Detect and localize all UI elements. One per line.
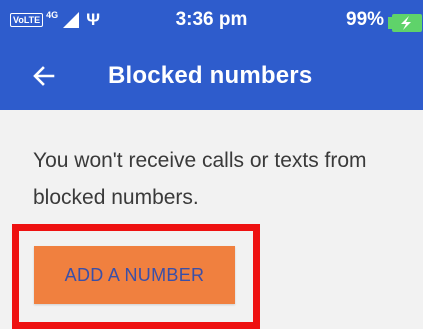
page-title: Blocked numbers [108, 62, 313, 89]
app-bar: Blocked numbers [0, 42, 423, 110]
blocked-info-text: You won't receive calls or texts from bl… [33, 149, 367, 209]
battery-charging-icon [388, 14, 422, 32]
status-bar: VoLTE 4G Ψ 3:36 pm 99% [0, 0, 423, 42]
arrow-left-icon[interactable] [30, 62, 58, 90]
battery-percent: 99% [346, 9, 385, 30]
add-number-button[interactable]: ADD A NUMBER [34, 246, 235, 304]
